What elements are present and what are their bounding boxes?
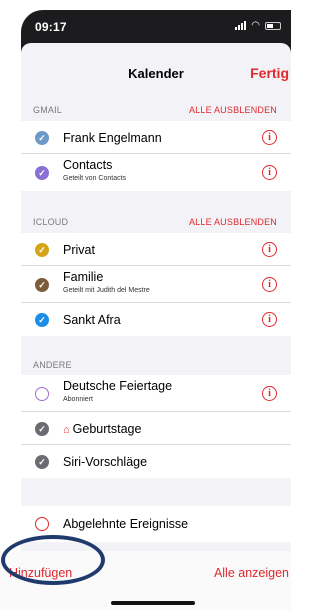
hide-all-icloud-button[interactable]: ALLE AUSBLENDEN: [189, 217, 277, 227]
info-icon[interactable]: i: [262, 312, 277, 327]
calendar-name: Privat: [63, 243, 95, 257]
status-icons: ◠: [235, 20, 281, 31]
calendar-row-frank-engelmann[interactable]: ✓ Frank Engelmann i: [21, 121, 291, 154]
calendar-name: Familie: [63, 270, 104, 284]
done-button[interactable]: Fertig: [250, 65, 289, 81]
info-icon[interactable]: i: [262, 386, 277, 401]
calendar-row-privat[interactable]: ✓ Privat i: [21, 233, 291, 266]
show-all-button[interactable]: Alle anzeigen: [214, 566, 289, 580]
status-time: 09:17: [35, 20, 67, 34]
phone-screen: 09:17 ◠ Kalender Fertig GMAIL ALLE AUSBL…: [21, 10, 291, 610]
section-label: ANDERE: [33, 360, 72, 370]
calendar-name: ⌂ Geburtstage: [63, 422, 141, 436]
wifi-icon: ◠: [251, 20, 260, 31]
unchecked-circle-icon[interactable]: [35, 387, 49, 401]
checkmark-icon[interactable]: ✓: [35, 422, 49, 436]
calendar-row-geburtstage[interactable]: ✓ ⌂ Geburtstage: [21, 412, 291, 445]
hide-all-gmail-button[interactable]: ALLE AUSBLENDEN: [189, 105, 277, 115]
calendar-group-icloud: ✓ Privat i ✓ Familie Geteilt mit Judith …: [21, 233, 291, 336]
declined-events-label: Abgelehnte Ereignisse: [63, 517, 189, 531]
highlight-ellipse: [1, 535, 105, 585]
gift-icon: ⌂: [63, 424, 70, 436]
checkmark-icon[interactable]: ✓: [35, 243, 49, 257]
calendar-row-sankt-afra[interactable]: ✓ Sankt Afra i: [21, 303, 291, 336]
checkmark-icon[interactable]: ✓: [35, 131, 49, 145]
signal-icon: [235, 21, 247, 30]
section-label: ICLOUD: [33, 217, 69, 227]
battery-icon: [265, 21, 281, 30]
info-icon[interactable]: i: [262, 130, 277, 145]
calendar-name-text: Geburtstage: [72, 422, 142, 436]
info-icon[interactable]: i: [262, 242, 277, 257]
calendar-name: Deutsche Feiertage: [63, 379, 173, 393]
calendar-row-siri-vorschlaege[interactable]: ✓ Siri-Vorschläge: [21, 445, 291, 478]
calendar-name: Contacts: [63, 158, 113, 172]
calendar-name: Sankt Afra: [63, 313, 121, 327]
calendar-subtitle: Geteilt mit Judith del Mestre: [63, 287, 150, 294]
sheet-header: Kalender Fertig: [21, 43, 291, 91]
info-icon[interactable]: i: [262, 277, 277, 292]
section-header-gmail: GMAIL ALLE AUSBLENDEN: [21, 105, 291, 119]
calendar-row-deutsche-feiertage[interactable]: Deutsche Feiertage Abonniert i: [21, 375, 291, 412]
section-header-icloud: ICLOUD ALLE AUSBLENDEN: [21, 217, 291, 231]
calendar-row-familie[interactable]: ✓ Familie Geteilt mit Judith del Mestre …: [21, 266, 291, 303]
calendar-name: Siri-Vorschläge: [63, 455, 148, 469]
status-bar: 09:17 ◠: [21, 10, 291, 42]
checkmark-icon[interactable]: ✓: [35, 313, 49, 327]
calendar-row-contacts[interactable]: ✓ Contacts Geteilt von Contacts i: [21, 154, 291, 191]
calendar-group-gmail: ✓ Frank Engelmann i ✓ Contacts Geteilt v…: [21, 121, 291, 191]
home-indicator[interactable]: [111, 601, 195, 605]
checkmark-icon[interactable]: ✓: [35, 166, 49, 180]
unchecked-circle-icon[interactable]: [35, 517, 49, 531]
calendar-name: Frank Engelmann: [63, 131, 162, 145]
calendar-group-andere: Deutsche Feiertage Abonniert i ✓ ⌂ Geburt…: [21, 375, 291, 478]
calendar-subtitle: Abonniert: [63, 396, 93, 403]
section-header-andere: ANDERE: [21, 360, 291, 374]
info-icon[interactable]: i: [262, 165, 277, 180]
calendar-subtitle: Geteilt von Contacts: [63, 175, 127, 182]
checkmark-icon[interactable]: ✓: [35, 455, 49, 469]
checkmark-icon[interactable]: ✓: [35, 278, 49, 292]
calendars-sheet: Kalender Fertig GMAIL ALLE AUSBLENDEN ✓ …: [21, 43, 291, 610]
section-label: GMAIL: [33, 105, 63, 115]
